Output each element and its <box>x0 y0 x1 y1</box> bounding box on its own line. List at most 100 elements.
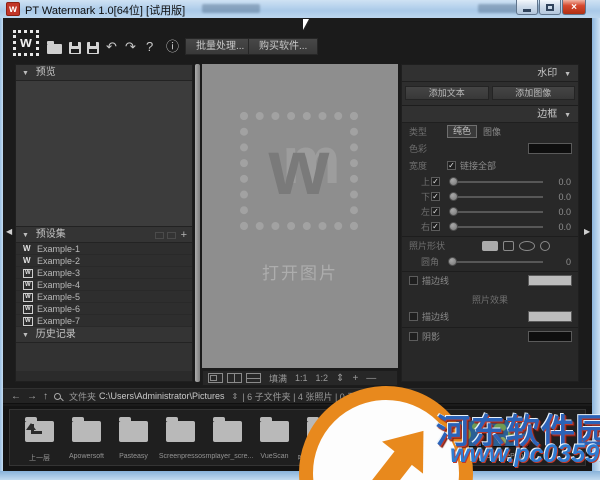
current-path[interactable]: C:\Users\Administrator\Pictures <box>99 391 225 401</box>
preset-item[interactable]: W Example-5 <box>16 291 192 303</box>
border-right-checkbox[interactable]: ✓ <box>431 222 440 231</box>
browser-item-folder[interactable]: Pasteasy <box>110 413 157 465</box>
preset-item[interactable]: W Example-4 <box>16 279 192 291</box>
browser-item-folder[interactable]: Apowersoft <box>63 413 110 465</box>
browser-item-image[interactable]: 61.jpg <box>345 413 392 465</box>
border-top-slider[interactable] <box>450 181 543 183</box>
stamp-w-icon: W <box>23 267 34 278</box>
fit-mode-button[interactable]: 填满 <box>269 372 287 385</box>
browser-item-folder[interactable]: Screenpresso <box>157 413 204 465</box>
close-icon: × <box>571 2 577 13</box>
corner-slider[interactable] <box>449 261 543 263</box>
border-color-swatch[interactable] <box>528 143 572 154</box>
preview-section-header[interactable]: ▼ 预览 <box>16 65 192 81</box>
browser-item-image[interactable]: ChangePictur... <box>486 413 533 465</box>
path-dropdown-icon[interactable]: ⇕ <box>232 392 239 401</box>
chevron-down-icon: ▼ <box>564 71 571 78</box>
preset-tool-icon[interactable] <box>155 232 164 239</box>
slider-label: 左 <box>421 205 431 218</box>
save-icon[interactable] <box>69 42 81 54</box>
history-section-header[interactable]: ▼ 历史记录 <box>16 327 192 343</box>
slider-knob[interactable] <box>448 257 457 266</box>
browser-item-folder[interactable]: 叶子猪手游模... <box>298 413 345 465</box>
image-canvas[interactable]: m w 打开图片 <box>202 64 398 368</box>
redo-icon[interactable]: ↷ <box>125 40 136 53</box>
border-bottom-slider[interactable] <box>450 196 543 198</box>
add-preset-icon[interactable]: + <box>181 231 187 240</box>
info-icon[interactable]: ⓘ <box>166 40 179 53</box>
browser-item-up[interactable]: 上一层 <box>16 413 63 465</box>
preset-item[interactable]: W Example-3 <box>16 267 192 279</box>
border-bottom-checkbox[interactable]: ✓ <box>431 192 440 201</box>
zoom-1-1-button[interactable]: 1:1 <box>295 373 308 383</box>
stroke-color-swatch[interactable] <box>528 275 572 286</box>
search-icon[interactable] <box>54 393 61 400</box>
slider-knob[interactable] <box>449 177 458 186</box>
browser-item-image[interactable]: ChangePictur... <box>439 413 486 465</box>
shadow-color-swatch[interactable] <box>528 331 572 342</box>
left-panel-scrollbar[interactable] <box>195 64 200 382</box>
split-view-icon[interactable] <box>227 373 242 383</box>
type-solid-tab[interactable]: 纯色 <box>447 125 477 138</box>
preset-item[interactable]: W Example-2 <box>16 255 192 267</box>
slider-value: 0.0 <box>549 222 571 232</box>
preset-item[interactable]: W Example-7 <box>16 315 192 327</box>
slider-knob[interactable] <box>449 192 458 201</box>
preset-item[interactable]: W Example-6 <box>16 303 192 315</box>
item-label: smplayer_scre... <box>202 453 253 460</box>
browser-item-folder[interactable]: VueScan <box>251 413 298 465</box>
shape-rect-filled-icon[interactable] <box>482 241 498 251</box>
type-label: 类型 <box>409 125 447 138</box>
preset-label: Example-5 <box>37 292 80 302</box>
shape-ellipse-icon[interactable] <box>519 241 535 251</box>
border-right-slider[interactable] <box>450 226 543 228</box>
nav-up-icon[interactable]: ↑ <box>43 391 48 402</box>
slider-label: 右 <box>421 220 431 233</box>
browser-item-folder[interactable]: smplayer_scre... <box>204 413 251 465</box>
browser-item-image[interactable] <box>392 413 439 465</box>
shadow-checkbox[interactable]: ✓ <box>409 332 418 341</box>
border-top-checkbox[interactable]: ✓ <box>431 177 440 186</box>
stroke2-checkbox[interactable]: ✓ <box>409 312 418 321</box>
titlebar[interactable]: w PT Watermark 1.0[64位] [试用版] × <box>0 0 600 18</box>
border-left-slider[interactable] <box>450 211 543 213</box>
border-left-checkbox[interactable]: ✓ <box>431 207 440 216</box>
compare-view-icon[interactable] <box>246 373 261 383</box>
single-view-icon[interactable] <box>208 373 223 383</box>
shape-square-icon[interactable] <box>503 241 514 251</box>
open-image-label: 打开图片 <box>202 259 398 284</box>
presets-section-header[interactable]: ▼ 预设集 + <box>16 227 192 243</box>
minimize-button[interactable] <box>516 0 538 15</box>
type-image-tab[interactable]: 图像 <box>483 125 501 138</box>
nav-forward-icon[interactable]: → <box>27 391 37 402</box>
image-thumbnail <box>349 419 388 447</box>
preset-item[interactable]: W Example-1 <box>16 243 192 255</box>
slider-knob[interactable] <box>449 222 458 231</box>
zoom-in-icon[interactable]: + <box>352 373 358 384</box>
collapse-left-panel-icon[interactable]: ◀ <box>6 227 12 236</box>
preset-tool-icon[interactable] <box>167 232 176 239</box>
up-level-icon <box>31 424 42 434</box>
maximize-button[interactable] <box>539 0 561 15</box>
add-image-button[interactable]: 添加图像 <box>492 86 576 100</box>
undo-icon[interactable]: ↶ <box>106 40 117 53</box>
batch-process-button[interactable]: 批量处理... <box>185 38 255 55</box>
stroke2-color-swatch[interactable] <box>528 311 572 322</box>
open-folder-icon[interactable] <box>47 44 62 54</box>
collapse-right-panel-icon[interactable]: ▶ <box>584 227 590 236</box>
slider-knob[interactable] <box>449 207 458 216</box>
zoom-stepper-icon[interactable]: ⇕ <box>336 373 344 384</box>
save-as-icon[interactable] <box>87 42 99 54</box>
stroke-checkbox[interactable]: ✓ <box>409 276 418 285</box>
add-text-button[interactable]: 添加文本 <box>405 86 489 100</box>
help-icon[interactable]: ? <box>146 40 153 53</box>
border-section-header[interactable]: 边框 ▼ <box>402 106 578 123</box>
buy-software-button[interactable]: 购买软件... <box>248 38 318 55</box>
shape-circle-icon[interactable] <box>540 241 550 251</box>
link-all-checkbox[interactable]: ✓ <box>447 161 456 170</box>
zoom-out-icon[interactable]: — <box>366 373 376 384</box>
nav-back-icon[interactable]: ← <box>11 391 21 402</box>
watermark-section-header[interactable]: 水印 ▼ <box>402 65 578 82</box>
close-button[interactable]: × <box>562 0 586 15</box>
zoom-1-2-button[interactable]: 1:2 <box>316 373 329 383</box>
